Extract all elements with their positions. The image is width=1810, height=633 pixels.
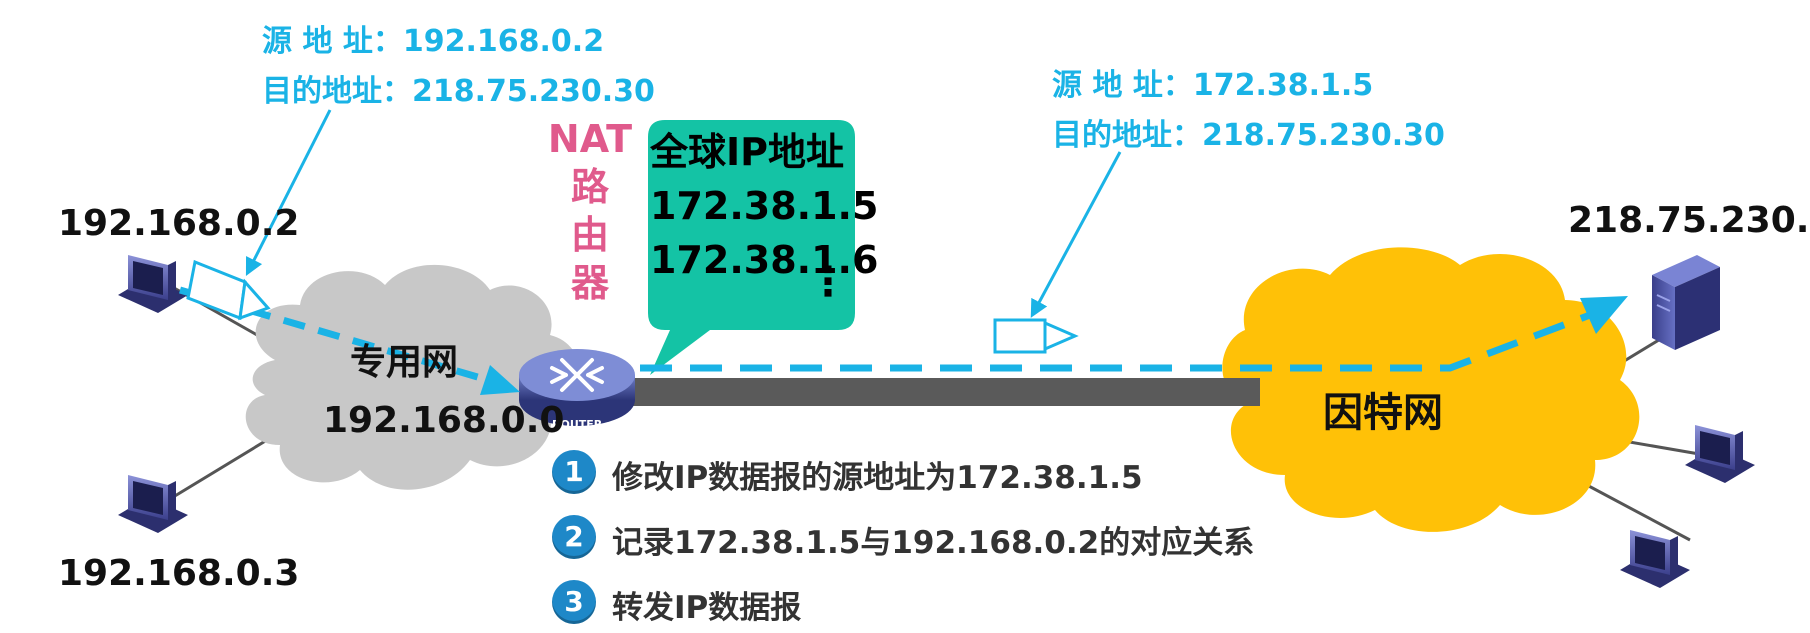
- right-src-address: 源 地 址：172.38.1.5: [1052, 60, 1373, 104]
- step-text: 修改IP数据报的源地址为172.38.1.5: [612, 460, 1143, 496]
- packet-envelope-icon: [993, 318, 1079, 354]
- nat-title-line: 由: [570, 213, 609, 257]
- step-text: 转发IP数据报: [612, 590, 802, 626]
- workstation-icon: [118, 475, 188, 533]
- src-value: 172.38.1.5: [1192, 68, 1374, 103]
- step-number-badge: 3: [552, 580, 596, 624]
- internet-name: 因特网: [1323, 390, 1443, 436]
- src-label: 源 地 址：: [1052, 68, 1193, 103]
- nat-title-line: 器: [570, 261, 609, 305]
- dst-label: 目的地址：: [1052, 118, 1202, 153]
- wan-link: [620, 378, 1260, 406]
- pool-address: 172.38.1.5: [650, 184, 879, 228]
- server-icon: [1652, 255, 1720, 350]
- workstation-icon: [1685, 425, 1755, 483]
- left-packet-leader: [245, 109, 332, 277]
- private-network-address: 192.168.0.0: [323, 400, 565, 441]
- step-text: 记录172.38.1.5与192.168.0.2的对应关系: [612, 525, 1255, 561]
- step-number-badge: 2: [552, 515, 596, 559]
- pool-title: 全球IP地址: [650, 130, 844, 174]
- left-dst-address: 目的地址：218.75.230.30: [262, 66, 655, 110]
- host-b-ip: 192.168.0.3: [58, 553, 300, 594]
- nat-router-label: NAT 路 由 器: [540, 115, 640, 307]
- right-dst-address: 目的地址：218.75.230.30: [1052, 110, 1445, 154]
- right-packet-leader: [1030, 151, 1122, 318]
- nat-diagram: 源 地 址：192.168.0.2 目的地址：218.75.230.30 源 地…: [0, 0, 1810, 633]
- private-network-name: 专用网: [350, 342, 459, 383]
- host-a-ip: 192.168.0.2: [58, 203, 300, 244]
- src-label: 源 地 址：: [262, 24, 403, 59]
- workstation-icon: [1620, 530, 1690, 588]
- left-src-address: 源 地 址：192.168.0.2: [262, 16, 604, 60]
- nat-title-line: 路: [570, 165, 609, 209]
- dst-value: 218.75.230.30: [412, 74, 655, 109]
- step-number-badge: 1: [552, 450, 596, 494]
- src-value: 192.168.0.2: [402, 24, 605, 59]
- server-ip: 218.75.230.30: [1568, 200, 1810, 241]
- pool-more-ellipsis: ⋮: [808, 259, 848, 305]
- packet-envelope-icon: [186, 259, 271, 321]
- workstation-icon: [118, 255, 188, 313]
- nat-title-line: NAT: [547, 117, 633, 161]
- dst-label: 目的地址：: [262, 74, 412, 109]
- dst-value: 218.75.230.30: [1202, 118, 1445, 153]
